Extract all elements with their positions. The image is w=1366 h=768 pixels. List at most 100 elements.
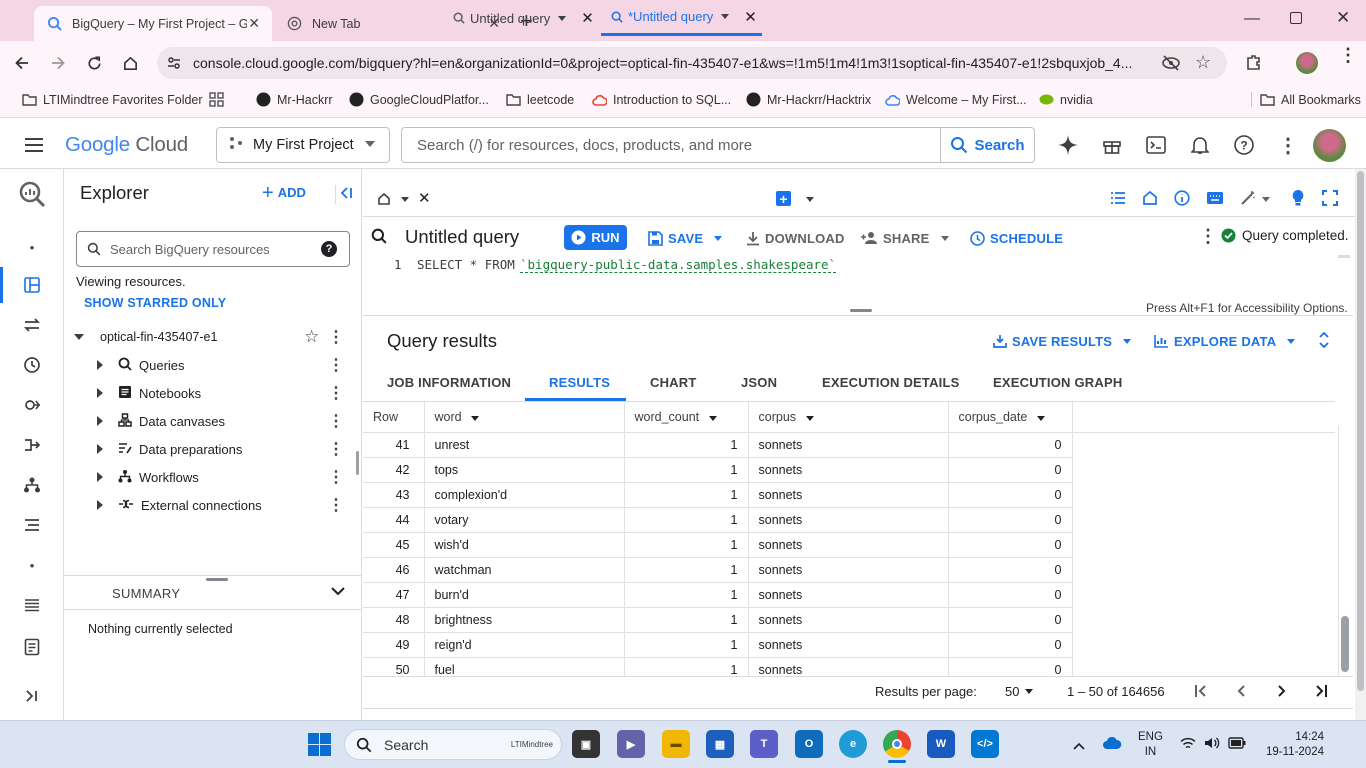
summary-toggle-chevron-icon[interactable]: [331, 584, 345, 599]
edge-icon[interactable]: e: [839, 730, 867, 758]
previous-page-icon[interactable]: [1235, 684, 1249, 701]
bookmark-introduction-to-sql[interactable]: Introduction to SQL...: [592, 92, 731, 107]
tab-json[interactable]: JSON: [741, 375, 777, 390]
cell-corpus[interactable]: sonnets: [748, 607, 949, 633]
cell-word[interactable]: unrest: [424, 432, 625, 458]
cell-corpus-date[interactable]: 0: [948, 657, 1073, 676]
task-view-icon[interactable]: ▣: [572, 730, 600, 758]
job-list-icon[interactable]: [20, 593, 44, 617]
cell-word[interactable]: complexion'd: [424, 482, 625, 508]
language-indicator[interactable]: ENG IN: [1138, 730, 1163, 760]
address-bar[interactable]: console.cloud.google.com/bigquery?hl=en&…: [157, 47, 1227, 79]
page-scrollbar[interactable]: [1355, 169, 1366, 720]
bookmark-mr-hackrr[interactable]: Mr-Hackrr: [256, 92, 333, 107]
tree-item-workflows[interactable]: Workflows ⋮: [64, 463, 362, 491]
cell-row-number[interactable]: 47: [363, 582, 425, 608]
tracking-eye-icon[interactable]: [1161, 54, 1181, 75]
tree-item-data-preparations[interactable]: Data preparations ⋮: [64, 435, 362, 463]
vscode-icon[interactable]: </>: [971, 730, 999, 758]
teams-icon[interactable]: T: [750, 730, 778, 758]
expand-arrow-right-icon[interactable]: [97, 472, 103, 482]
expand-arrow-right-icon[interactable]: [97, 360, 103, 370]
data-preparations-more-icon[interactable]: ⋮: [328, 439, 344, 459]
cell-word-count[interactable]: 1: [624, 532, 749, 558]
battery-icon[interactable]: [1228, 737, 1246, 752]
run-button[interactable]: RUN: [564, 225, 627, 250]
bookmark-leetcode[interactable]: leetcode: [506, 92, 574, 107]
tree-item-queries[interactable]: Queries ⋮: [64, 351, 362, 379]
extensions-icon[interactable]: [1245, 53, 1263, 74]
back-icon[interactable]: [11, 52, 33, 74]
home-icon[interactable]: [119, 52, 141, 74]
expand-arrow-down-icon[interactable]: [74, 334, 84, 340]
cell-word[interactable]: watchman: [424, 557, 625, 583]
tab-dropdown-icon[interactable]: [558, 15, 567, 21]
explorer-search-input[interactable]: Search BigQuery resources: [110, 242, 321, 257]
bookmark-star-icon[interactable]: ☆: [1195, 52, 1211, 73]
bookmark-hacktrix[interactable]: Mr-Hackrr/Hacktrix: [746, 92, 871, 107]
tree-item-notebooks[interactable]: Notebooks ⋮: [64, 379, 362, 407]
profile-avatar[interactable]: [1296, 52, 1318, 74]
cell-word[interactable]: brightness: [424, 607, 625, 633]
tab-results[interactable]: RESULTS: [549, 375, 610, 390]
cell-row-number[interactable]: 44: [363, 507, 425, 533]
results-scrollbar-track[interactable]: [1338, 426, 1350, 676]
outlook-icon[interactable]: O: [795, 730, 823, 758]
navigation-menu-icon[interactable]: [24, 137, 44, 156]
table-row[interactable]: 44 votary 1 sonnets 0: [363, 507, 1335, 533]
bookmark-nvidia[interactable]: nvidia: [1039, 92, 1093, 107]
tab-execution-graph[interactable]: EXECUTION GRAPH: [993, 375, 1122, 390]
taskbar-search-box[interactable]: Search LTIMindtree: [344, 729, 562, 760]
project-tree-node[interactable]: optical-fin-435407-e1 ☆ ⋮: [64, 323, 362, 351]
cell-word-count[interactable]: 1: [624, 582, 749, 608]
console-search-input[interactable]: Search (/) for resources, docs, products…: [402, 137, 940, 154]
volume-icon[interactable]: [1204, 736, 1220, 753]
tree-item-external-connections[interactable]: External connections ⋮: [64, 491, 362, 519]
download-button[interactable]: DOWNLOAD: [746, 226, 845, 250]
cell-word-count[interactable]: 1: [624, 657, 749, 676]
list-view-icon[interactable]: [1110, 191, 1126, 208]
cell-corpus[interactable]: sonnets: [748, 457, 949, 483]
rail-dot-icon[interactable]: ●: [20, 235, 44, 259]
rail-dot-icon[interactable]: ●: [20, 553, 44, 577]
google-cloud-logo[interactable]: Google Cloud: [65, 133, 188, 157]
minimize-window-icon[interactable]: —: [1244, 10, 1260, 28]
bookmark-ltimindtree-folder[interactable]: LTIMindtree Favorites Folder: [22, 92, 203, 107]
tab-job-information[interactable]: JOB INFORMATION: [387, 375, 511, 390]
bookmark-googlecloudplatform[interactable]: GoogleCloudPlatfor...: [349, 92, 489, 107]
notebooks-more-icon[interactable]: ⋮: [328, 383, 344, 403]
close-tab-icon[interactable]: ✕: [248, 15, 260, 32]
table-row[interactable]: 48 brightness 1 sonnets 0: [363, 607, 1335, 633]
cell-word-count[interactable]: 1: [624, 457, 749, 483]
all-bookmarks[interactable]: All Bookmarks: [1251, 92, 1361, 107]
results-per-page-select[interactable]: 50: [1005, 684, 1034, 699]
cell-row-number[interactable]: 45: [363, 532, 425, 558]
cell-corpus-date[interactable]: 0: [948, 582, 1073, 608]
editor-scrollbar[interactable]: [1338, 255, 1350, 258]
show-starred-only-button[interactable]: SHOW STARRED ONLY: [84, 296, 226, 310]
close-home-tab-icon[interactable]: ✕: [418, 189, 431, 207]
cell-corpus-date[interactable]: 0: [948, 532, 1073, 558]
workflows-more-icon[interactable]: ⋮: [328, 467, 344, 487]
expand-arrow-right-icon[interactable]: [97, 416, 103, 426]
explorer-search-box[interactable]: Search BigQuery resources ?: [76, 231, 350, 267]
tab-dropdown-icon[interactable]: [721, 14, 730, 19]
release-notes-icon[interactable]: [20, 635, 44, 659]
reload-icon[interactable]: [83, 52, 105, 74]
fullscreen-icon[interactable]: [1322, 190, 1338, 209]
table-row[interactable]: 46 watchman 1 sonnets 0: [363, 557, 1335, 583]
cell-word[interactable]: tops: [424, 457, 625, 483]
cell-corpus[interactable]: sonnets: [748, 557, 949, 583]
cell-word[interactable]: burn'd: [424, 582, 625, 608]
editor-resize-handle[interactable]: [850, 309, 872, 312]
panel-resize-handle[interactable]: [356, 451, 359, 475]
cell-word-count[interactable]: 1: [624, 507, 749, 533]
table-row[interactable]: 49 reign'd 1 sonnets 0: [363, 632, 1335, 658]
scheduled-queries-clock-icon[interactable]: [20, 353, 44, 377]
new-tab-dropdown-icon[interactable]: [806, 197, 814, 202]
console-more-icon[interactable]: ⋮: [1276, 133, 1300, 157]
cell-word-count[interactable]: 1: [624, 482, 749, 508]
restore-window-icon[interactable]: [1290, 12, 1302, 24]
cell-corpus-date[interactable]: 0: [948, 432, 1073, 458]
star-icon[interactable]: ☆: [304, 327, 319, 347]
